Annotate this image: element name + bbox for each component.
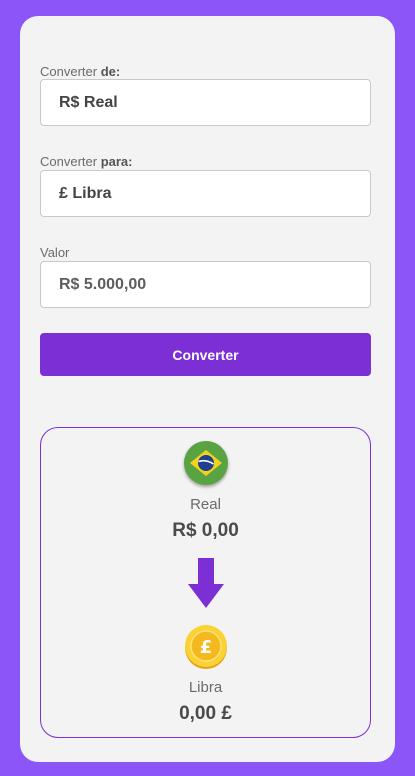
to-label-bold: para: bbox=[100, 154, 133, 169]
brazil-flag-icon bbox=[184, 441, 228, 485]
to-label: Converter para: bbox=[40, 154, 133, 169]
result-panel: Real R$ 0,00 £ Libra 0,00 £ bbox=[40, 427, 371, 738]
pound-coin-icon: £ bbox=[183, 624, 229, 670]
amount-input[interactable]: R$ 5.000,00 bbox=[40, 261, 371, 308]
to-currency-select[interactable]: £ Libra bbox=[40, 170, 371, 217]
target-currency-value: 0,00 £ bbox=[179, 703, 232, 724]
convert-button[interactable]: Converter bbox=[40, 333, 371, 376]
to-label-prefix: Converter bbox=[40, 154, 101, 169]
from-currency-select[interactable]: R$ Real bbox=[40, 79, 371, 126]
svg-text:£: £ bbox=[200, 637, 213, 658]
amount-label: Valor bbox=[40, 245, 70, 260]
target-currency-name: Libra bbox=[188, 679, 223, 696]
from-label-bold: de: bbox=[100, 64, 121, 79]
converter-card: Converter de: R$ Real Converter para: £ … bbox=[20, 16, 395, 762]
to-currency-value: £ Libra bbox=[59, 184, 112, 202]
amount-value: R$ 5.000,00 bbox=[59, 275, 147, 293]
source-currency-value: R$ 0,00 bbox=[172, 520, 239, 541]
from-currency-value: R$ Real bbox=[59, 93, 118, 111]
from-label-prefix: Converter bbox=[40, 64, 101, 79]
source-currency-name: Real bbox=[190, 496, 221, 513]
from-label: Converter de: bbox=[40, 64, 120, 79]
arrow-down-icon bbox=[188, 558, 224, 613]
